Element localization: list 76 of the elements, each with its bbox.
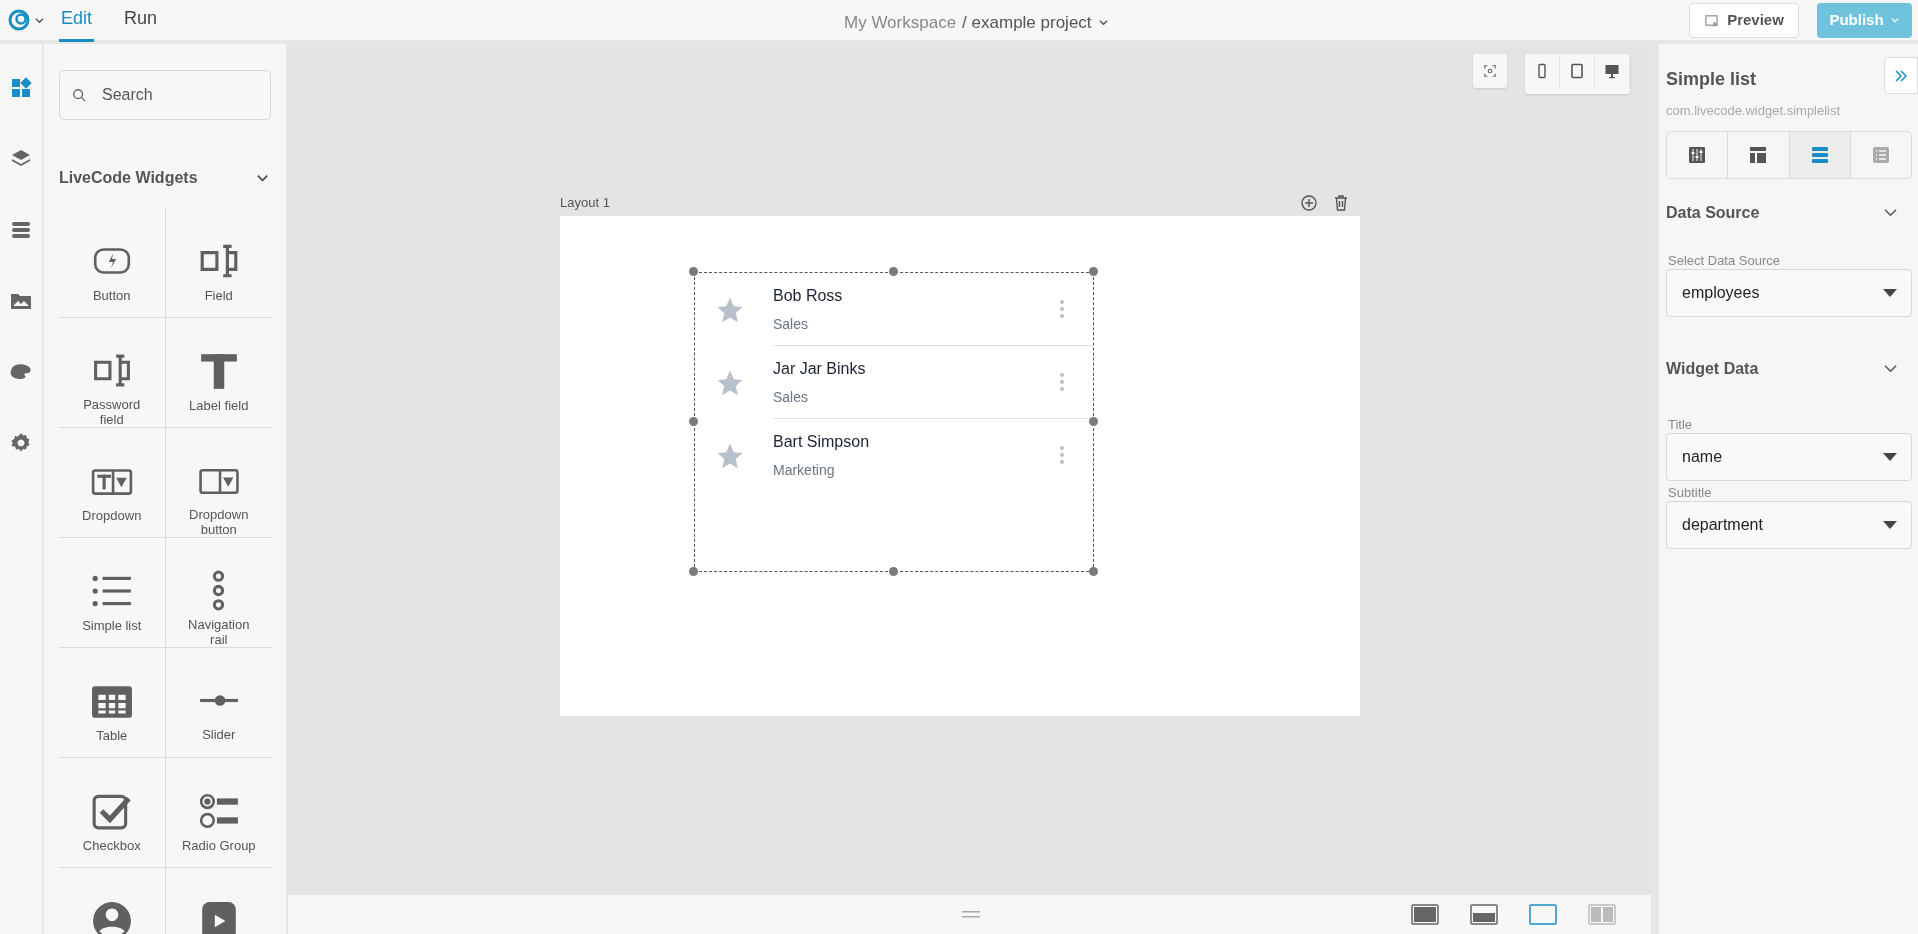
field-label: Subtitle [1667,484,1713,501]
dropdown[interactable]: department [1666,500,1912,549]
list-icon [1870,144,1891,165]
resize-handle[interactable] [1089,567,1098,576]
layout-name: Layout 1 [560,194,610,213]
item-subtitle: Sales [773,314,810,334]
focus-button[interactable] [1473,54,1507,88]
more-icon [1059,445,1065,465]
add-icon [1300,194,1318,212]
widgets-icon[interactable] [9,76,33,100]
resize-handle[interactable] [689,417,698,426]
more-icon [1059,299,1065,319]
item-subtitle: Marketing [773,461,836,480]
sliders-icon [1687,144,1708,165]
widget-tile[interactable]: Button [59,208,166,318]
stack-icon [1809,144,1830,165]
resize-handle[interactable] [889,567,898,576]
tablet-icon [1569,63,1585,79]
widget-tile[interactable]: Label field [165,318,272,428]
item-title: Bart Simpson [773,432,871,452]
field-label: Select Data Source [1667,252,1781,269]
widget-tile[interactable]: Simple list [59,538,166,648]
widget-tile[interactable]: Slider [165,648,272,758]
widget-tile[interactable]: Field [165,208,272,318]
item-title: Jar Jar Binks [773,358,867,379]
item-subtitle: Sales [773,387,810,407]
section-title: LiveCode Widgets [59,168,198,188]
project-name[interactable]: / example project [962,10,1092,36]
item-title: Bob Ross [773,285,844,306]
preview-icon [1704,12,1720,28]
search-icon [72,88,86,102]
resize-handle[interactable] [689,567,698,576]
inspector-tab[interactable] [1788,131,1850,178]
widget-tile[interactable]: Password field [59,318,166,428]
resize-handle[interactable] [889,267,898,276]
preview-button[interactable]: Preview [1689,2,1799,38]
trash-icon [1332,194,1350,212]
slider-icon [197,693,240,708]
section-title: Data Source [1666,202,1760,223]
dropdown[interactable]: employees [1666,268,1912,317]
focus-icon [1483,64,1497,78]
field-label: Title [1667,416,1694,433]
inspector-title: Simple list [1666,68,1758,91]
widget-id: com.livecode.widget.simplelist [1666,102,1841,120]
section-title: Widget Data [1666,358,1759,379]
widget-tile[interactable]: Dropdown button [165,428,272,538]
layout-view-icon[interactable] [1529,904,1557,925]
layout-view-icon[interactable] [1411,904,1439,925]
widget-tile[interactable]: Radio Group [165,758,272,868]
avatar-icon[interactable] [90,900,133,934]
widget-tile[interactable]: Table [59,648,166,758]
logo-icon [8,8,32,32]
widget-tile[interactable]: Checkbox [59,758,166,868]
resize-handle[interactable] [689,267,698,276]
caret-icon [1889,15,1900,25]
segmented-control[interactable] [1666,130,1912,179]
widget-tile[interactable]: Dropdown [59,428,166,538]
caret-icon [1883,452,1897,461]
caret-icon [1883,288,1897,297]
resize-handle[interactable] [1089,417,1098,426]
desktop-icon [1604,63,1620,79]
search-field[interactable]: Search [59,70,271,120]
widget-tile[interactable]: Navigation rail [165,538,272,648]
resize-handle[interactable] [1089,267,1098,276]
dropdown[interactable]: name [1666,432,1912,481]
chevron-icon [1883,362,1898,375]
chevron-icon [1883,206,1898,219]
dots-icon [212,570,226,611]
mode-tab[interactable]: Run [122,0,160,42]
double-chevron-icon [1893,67,1909,84]
more-icon [1059,372,1065,392]
caret-icon [1883,520,1897,529]
simple-list-widget[interactable]: Bob Ross Sales Jar Jar Binks Sales Bart Simpson Marketing [694,272,1094,572]
layout-icon [1748,144,1769,165]
drag-handle-icon [962,911,980,918]
layout-view-icon[interactable] [1470,904,1498,925]
